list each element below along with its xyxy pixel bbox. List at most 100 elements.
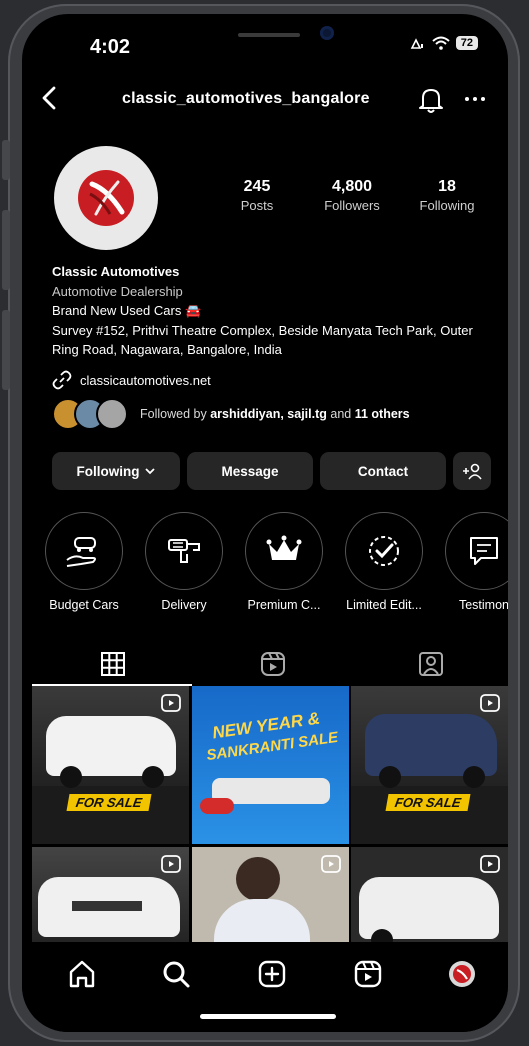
- following-button[interactable]: Following: [52, 452, 180, 490]
- profile-username: classic_automotives_bangalore: [122, 90, 370, 107]
- wifi-icon: [432, 36, 450, 50]
- back-button[interactable]: [40, 84, 58, 118]
- screen: 4:02 72 classic_automotives_bangalore 24…: [22, 14, 508, 1032]
- reel-icon: [480, 694, 500, 712]
- add-person-icon: [463, 463, 482, 480]
- profile-bio: Classic Automotives Automotive Dealershi…: [52, 262, 492, 360]
- followers-stat[interactable]: 4,800 Followers: [307, 178, 397, 213]
- side-button: [2, 310, 10, 390]
- nav-reels[interactable]: [352, 958, 384, 990]
- posts-label: Posts: [240, 198, 274, 213]
- profile-category: Automotive Dealership: [52, 283, 183, 299]
- status-bar: 4:02 72: [22, 14, 508, 74]
- followed-mid: and: [326, 407, 355, 421]
- offer-tag: [199, 798, 234, 814]
- tagged-person-icon: [419, 652, 443, 676]
- post-thumbnail[interactable]: FOR SALE: [32, 686, 189, 844]
- profile-header: classic_automotives_bangalore: [22, 84, 508, 120]
- notifications-button[interactable]: [418, 86, 444, 119]
- content-tabs: [22, 642, 508, 686]
- following-label: Following: [419, 198, 475, 213]
- home-icon: [69, 960, 95, 988]
- highlight-label: Budget Cars: [49, 598, 119, 612]
- website-link[interactable]: classicautomotives.net: [52, 370, 211, 390]
- crown-icon: [266, 535, 302, 560]
- highlight-circle: [245, 512, 323, 590]
- post-thumbnail[interactable]: FOR SALE: [351, 686, 508, 844]
- hand-car-icon: [66, 537, 96, 567]
- tab-posts[interactable]: [32, 642, 194, 686]
- highlight-limited-edition[interactable]: Limited Edit...: [344, 512, 424, 612]
- highlight-testimonials[interactable]: Testimon: [444, 512, 508, 612]
- chevron-down-icon: [144, 468, 155, 475]
- nav-profile[interactable]: [446, 958, 478, 990]
- message-button-label: Message: [221, 463, 279, 479]
- highlight-circle: [345, 512, 423, 590]
- posts-stat[interactable]: 245 Posts: [212, 178, 302, 213]
- side-button: [2, 210, 10, 290]
- car-grille: [72, 900, 142, 911]
- highlight-delivery[interactable]: Delivery: [144, 512, 224, 612]
- following-count: 18: [438, 178, 456, 195]
- highlight-budget-cars[interactable]: Budget Cars: [44, 512, 124, 612]
- post-thumbnail[interactable]: NEW YEAR & SANKRANTI SALE: [191, 686, 349, 844]
- bio-line: Brand New Used Cars 🚘: [52, 303, 202, 318]
- car-wheel: [463, 766, 485, 788]
- profile-avatar[interactable]: [54, 146, 158, 250]
- contact-button[interactable]: Contact: [320, 452, 446, 490]
- highlight-circle: [145, 512, 223, 590]
- followed-by[interactable]: Followed by arshiddiyan, sajil.tg and 11…: [52, 398, 410, 430]
- for-sale-badge: FOR SALE: [385, 794, 471, 811]
- highlight-circle: [45, 512, 123, 590]
- brand-logo: [78, 170, 134, 226]
- profile-avatar-icon: [449, 961, 475, 987]
- followed-by-text: Followed by arshiddiyan, sajil.tg and 11…: [140, 407, 410, 421]
- front-camera: [320, 26, 334, 40]
- profile-stats: 245 Posts 4,800 Followers 18 Following: [212, 178, 492, 213]
- website-text: classicautomotives.net: [80, 372, 211, 388]
- message-button[interactable]: Message: [187, 452, 313, 490]
- logo-swoosh-icon: [80, 172, 132, 224]
- followed-others: 11 others: [354, 407, 410, 421]
- testimonial-icon: [470, 537, 498, 565]
- highlight-label: Limited Edit...: [346, 598, 422, 612]
- car-wheel: [60, 766, 82, 788]
- highlight-label: Testimon: [458, 598, 508, 612]
- follower-avatar: [96, 398, 128, 430]
- nav-create[interactable]: [256, 958, 288, 990]
- home-indicator[interactable]: [200, 1014, 336, 1019]
- tab-tagged[interactable]: [350, 642, 508, 686]
- grid-icon: [101, 652, 125, 676]
- more-dots-icon: [465, 97, 485, 101]
- search-icon: [163, 961, 190, 988]
- tab-reels[interactable]: [192, 642, 354, 686]
- for-sale-badge: FOR SALE: [66, 794, 152, 811]
- highlight-label: Premium C...: [247, 598, 321, 612]
- reel-icon: [480, 854, 500, 873]
- highlight-premium[interactable]: Premium C...: [244, 512, 324, 612]
- more-options-button[interactable]: [464, 86, 486, 118]
- following-stat[interactable]: 18 Following: [402, 178, 492, 213]
- posts-count: 245: [243, 178, 271, 195]
- reels-icon: [261, 652, 285, 676]
- followed-prefix: Followed by: [140, 407, 211, 421]
- suggest-people-button[interactable]: [453, 452, 491, 490]
- highlight-circle: [445, 512, 508, 590]
- add-post-icon: [258, 960, 286, 988]
- signal-icon: [410, 38, 423, 49]
- status-icons: 72: [410, 36, 478, 50]
- speaker-grille: [238, 33, 300, 37]
- nav-search[interactable]: [160, 958, 192, 990]
- chevron-left-icon: [42, 86, 56, 110]
- side-button: [2, 140, 10, 180]
- battery-icon: 72: [455, 36, 478, 50]
- nav-home[interactable]: [66, 958, 98, 990]
- contact-button-label: Contact: [357, 463, 409, 479]
- reels-icon: [354, 960, 382, 988]
- check-badge-icon: [369, 536, 399, 566]
- reel-icon: [161, 694, 181, 712]
- profile-name: Classic Automotives: [52, 264, 180, 279]
- followed-names: arshiddiyan, sajil.tg: [210, 407, 327, 421]
- link-icon: [52, 370, 72, 390]
- car-wheel: [379, 766, 401, 788]
